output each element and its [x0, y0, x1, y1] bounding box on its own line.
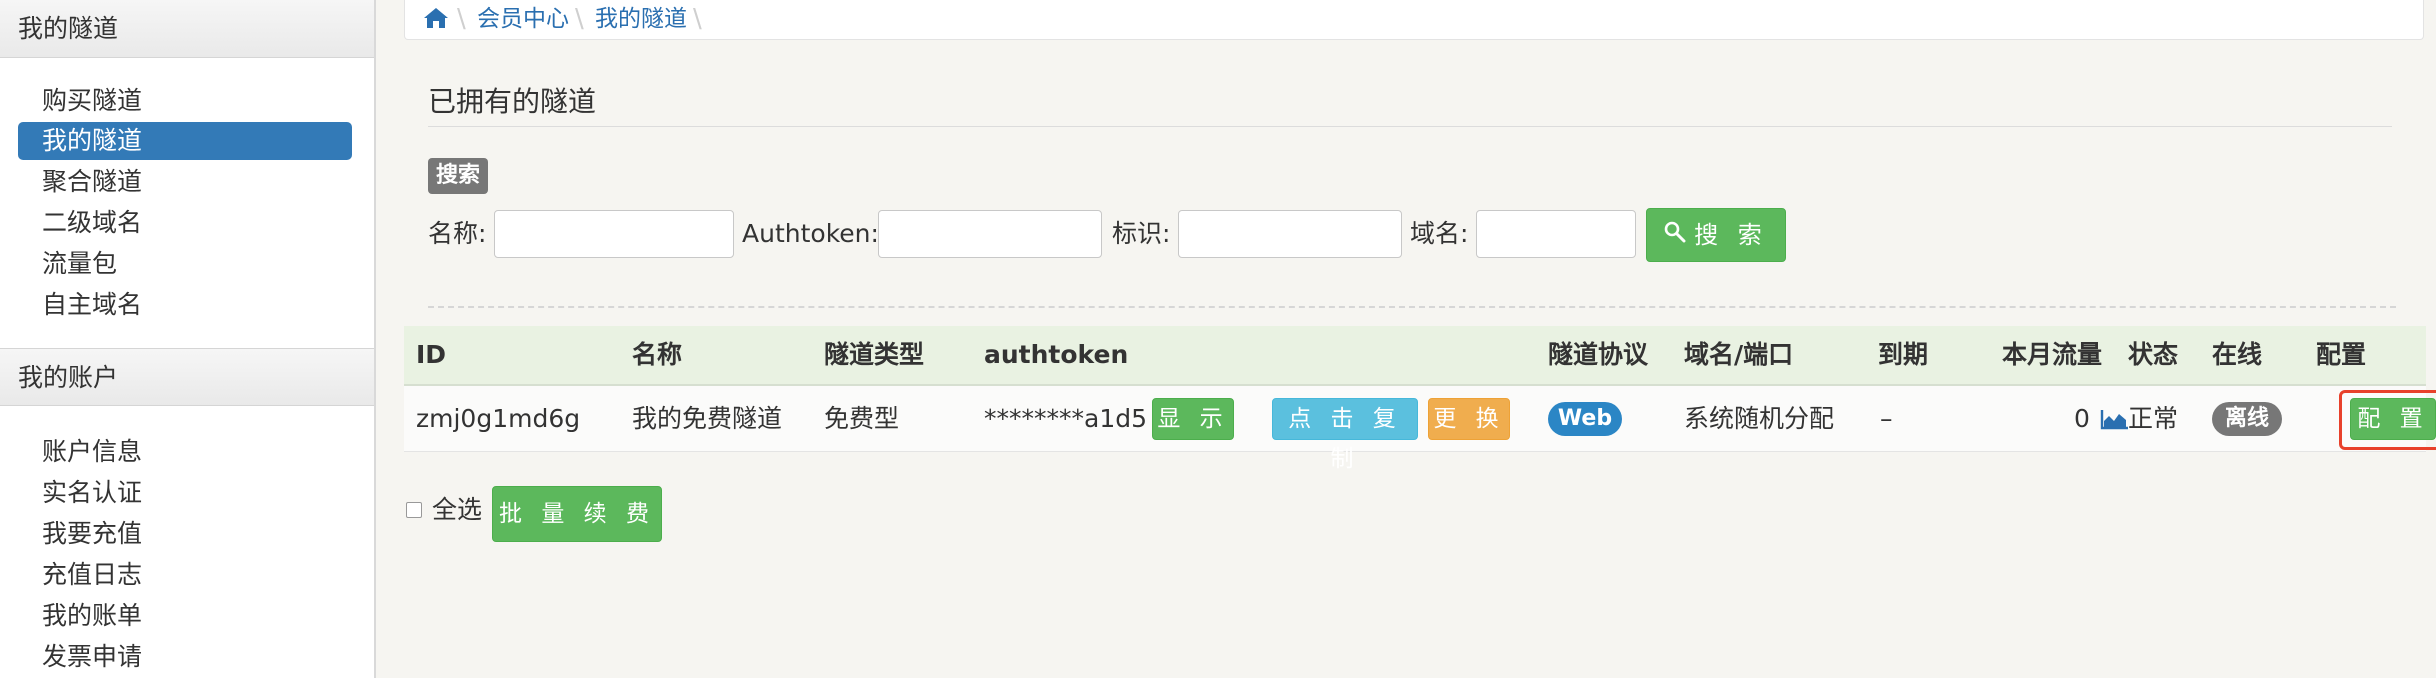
sidebar-item-buy-tunnel[interactable]: 购买隧道 — [18, 82, 352, 120]
sidebar-item-my-tunnels[interactable]: 我的隧道 — [18, 122, 352, 160]
cell-traffic: 0 — [2074, 404, 2090, 433]
col-header-domain-port: 域名/端口 — [1684, 340, 1794, 369]
sidebar-item-my-bills[interactable]: 我的账单 — [18, 597, 352, 635]
name-label: 名称: — [428, 219, 487, 248]
search-badge: 搜索 — [428, 158, 489, 194]
table-row: zmj0g1md6g 我的免费隧道 免费型 ********a1d5 显 示 点… — [404, 386, 2436, 472]
sidebar-item-recharge[interactable]: 我要充值 — [18, 515, 352, 553]
col-header-protocol: 隧道协议 — [1548, 340, 1649, 369]
cell-name: 我的免费隧道 — [632, 404, 783, 433]
breadcrumb-member-center[interactable]: 会员中心 — [477, 2, 569, 36]
tag-input[interactable] — [1178, 210, 1402, 258]
select-all-label[interactable]: 全选 — [432, 494, 482, 526]
change-token-button[interactable]: 更 换 — [1428, 398, 1510, 440]
cell-id: zmj0g1md6g — [416, 404, 581, 433]
area-chart-icon[interactable] — [2100, 408, 2130, 430]
sidebar-item-traffic-pack[interactable]: 流量包 — [18, 245, 352, 283]
name-input[interactable] — [494, 210, 734, 258]
copy-token-button[interactable]: 点 击 复 制 — [1272, 398, 1418, 472]
protocol-badge: Web — [1548, 402, 1622, 436]
col-header-traffic: 本月流量 — [2002, 340, 2103, 369]
search-icon — [1664, 221, 1686, 243]
sidebar-item-subdomain[interactable]: 二级域名 — [18, 204, 352, 242]
authtoken-label: Authtoken: — [742, 219, 879, 248]
breadcrumb-separator: \ — [457, 4, 466, 34]
domain-input[interactable] — [1476, 210, 1636, 258]
col-header-status: 状态 — [2128, 340, 2179, 369]
search-button[interactable]: 搜 索 — [1646, 208, 1786, 262]
sidebar-item-account-info[interactable]: 账户信息 — [18, 433, 352, 471]
sidebar-item-invoice[interactable]: 发票申请 — [18, 638, 352, 676]
col-header-config: 配置 — [2316, 340, 2367, 369]
home-icon[interactable] — [423, 6, 449, 30]
breadcrumb-my-tunnels[interactable]: 我的隧道 — [595, 2, 687, 36]
sidebar-item-recharge-log[interactable]: 充值日志 — [18, 556, 352, 594]
config-button[interactable]: 配 置 — [2350, 398, 2436, 440]
sidebar-group-title-tunnels: 我的隧道 — [0, 0, 374, 58]
col-header-type: 隧道类型 — [824, 340, 925, 369]
main-content: \ 会员中心 \ 我的隧道 \ 已拥有的隧道 搜索 名称: Authtoken:… — [376, 0, 2436, 678]
sidebar: 我的隧道 购买隧道 我的隧道 聚合隧道 二级域名 流量包 自主域名 我的账户 账… — [0, 0, 376, 678]
sidebar-item-verification[interactable]: 实名认证 — [18, 474, 352, 512]
sidebar-item-custom-domain[interactable]: 自主域名 — [18, 286, 352, 324]
col-header-name: 名称 — [632, 340, 683, 369]
col-header-online: 在线 — [2212, 340, 2263, 369]
batch-renew-button[interactable]: 批 量 续 费 — [492, 486, 662, 542]
show-token-button[interactable]: 显 示 — [1152, 398, 1234, 440]
sidebar-group-title-account: 我的账户 — [0, 348, 374, 406]
dashed-divider — [428, 306, 2396, 308]
sidebar-item-aggregate-tunnel[interactable]: 聚合隧道 — [18, 163, 352, 201]
col-header-authtoken: authtoken — [984, 340, 1129, 369]
cell-type: 免费型 — [824, 404, 900, 433]
breadcrumb-separator: \ — [693, 4, 702, 34]
select-all-checkbox[interactable] — [406, 502, 422, 518]
page-title: 已拥有的隧道 — [428, 85, 597, 118]
cell-expire: – — [1880, 404, 1893, 433]
breadcrumb-separator: \ — [575, 4, 584, 34]
cell-domain: 系统随机分配 — [1684, 404, 1835, 433]
cell-status: 正常 — [2128, 404, 2179, 433]
table-header: ID 名称 隧道类型 authtoken 隧道协议 域名/端口 到期 本月流量 … — [404, 326, 2426, 386]
col-header-expire: 到期 — [1878, 340, 1929, 369]
tag-label: 标识: — [1112, 219, 1171, 248]
breadcrumb: \ 会员中心 \ 我的隧道 \ — [404, 0, 2424, 40]
online-badge: 离线 — [2212, 402, 2282, 436]
cell-authtoken: ********a1d5 — [984, 404, 1148, 433]
search-button-label: 搜 索 — [1694, 221, 1768, 249]
title-divider — [428, 126, 2392, 127]
authtoken-input[interactable] — [878, 210, 1102, 258]
col-header-id: ID — [416, 340, 447, 369]
domain-label: 域名: — [1410, 219, 1469, 248]
